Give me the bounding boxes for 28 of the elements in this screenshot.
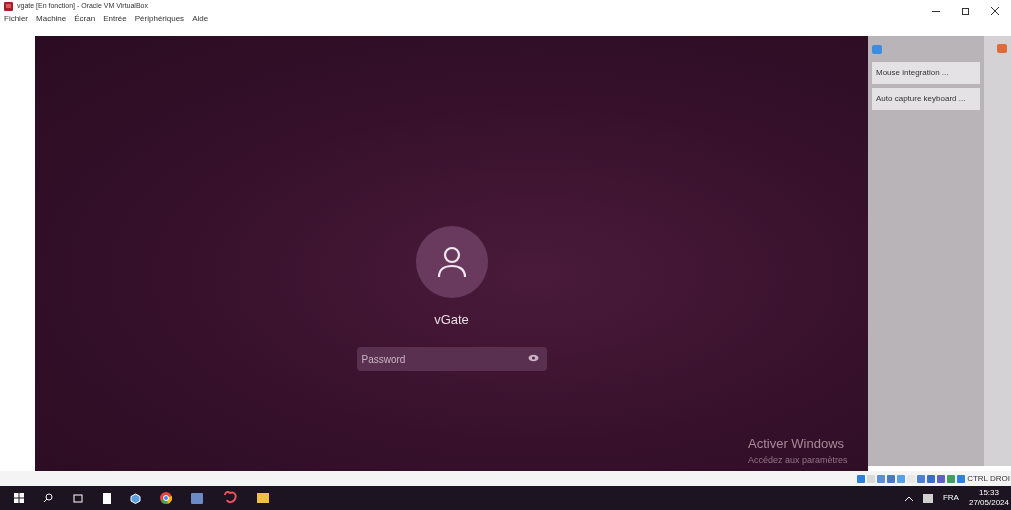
- panel-item[interactable]: Auto capture keyboard ...: [872, 88, 980, 110]
- windows-icon[interactable]: [14, 493, 24, 503]
- time: 15:33: [978, 488, 999, 498]
- restore-icon[interactable]: [962, 7, 969, 15]
- menu-item[interactable]: Aide: [192, 13, 209, 25]
- panel-item[interactable]: Mouse integration ...: [872, 62, 980, 84]
- search-icon[interactable]: [43, 493, 53, 503]
- menu-item[interactable]: Fichier: [4, 13, 28, 25]
- browser-icon[interactable]: [160, 492, 172, 504]
- menu-item[interactable]: Entrée: [103, 13, 127, 25]
- user-name: vGate: [434, 311, 469, 329]
- clock[interactable]: 15:33 27/05/2024: [968, 488, 1009, 508]
- close-icon[interactable]: [991, 7, 999, 15]
- eye-icon[interactable]: [527, 353, 539, 362]
- cube-icon[interactable]: [130, 492, 141, 504]
- task-view-icon[interactable]: [72, 493, 84, 503]
- menu-item[interactable]: Périphériques: [134, 13, 185, 25]
- menu-item[interactable]: Écran: [74, 13, 96, 25]
- menu-item[interactable]: Machine: [36, 13, 67, 25]
- password-field[interactable]: Password: [356, 347, 547, 371]
- language-indicator[interactable]: FRA: [942, 492, 959, 504]
- activation-text: Accédez aux paramètres: [748, 453, 848, 467]
- minimize-icon[interactable]: [932, 10, 940, 12]
- chevron-up-icon[interactable]: [904, 495, 913, 501]
- file-icon[interactable]: [103, 492, 111, 504]
- date: 27/05/2024: [968, 498, 1009, 508]
- host-key: CTRL DROI: [967, 472, 1010, 485]
- activation-title: Activer Windows: [748, 435, 846, 453]
